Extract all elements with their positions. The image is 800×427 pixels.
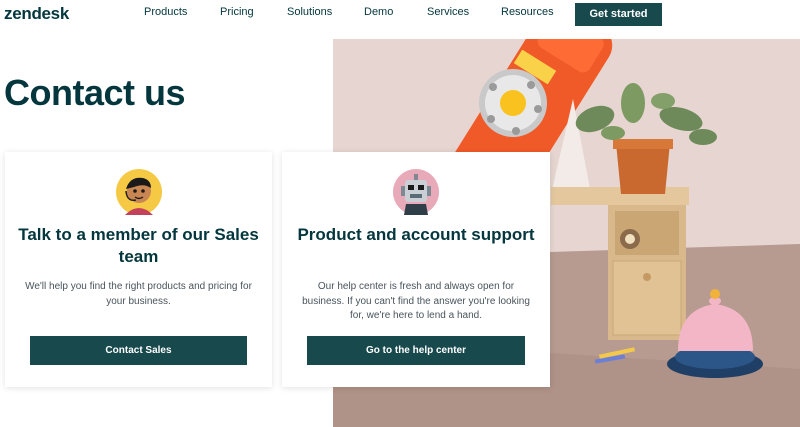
get-started-button[interactable]: Get started [575,3,662,26]
zendesk-logo[interactable]: zendesk [4,4,69,24]
support-card: Product and account support Our help cen… [282,152,550,387]
nav-item-services[interactable]: Services [427,6,469,18]
card-title: Product and account support [297,225,535,244]
card-title: Talk to a member of our Sales team [18,225,259,266]
card-description: Our help center is fresh and always open… [302,281,530,321]
robot-avatar-icon [393,169,439,215]
nav-item-solutions[interactable]: Solutions [287,6,332,18]
nav-item-products[interactable]: Products [144,6,187,18]
nav-item-resources[interactable]: Resources [501,6,554,18]
help-center-button[interactable]: Go to the help center [307,336,525,365]
page-title: Contact us [4,72,186,113]
top-navigation: zendesk Products Pricing Solutions Demo … [0,0,800,30]
salesperson-avatar-icon [115,169,162,215]
nav-item-pricing[interactable]: Pricing [220,6,254,18]
nav-item-demo[interactable]: Demo [364,6,393,18]
contact-sales-button[interactable]: Contact Sales [30,336,247,365]
card-description: We'll help you find the right products a… [25,281,252,307]
sales-contact-card: Talk to a member of our Sales team We'll… [5,152,272,387]
